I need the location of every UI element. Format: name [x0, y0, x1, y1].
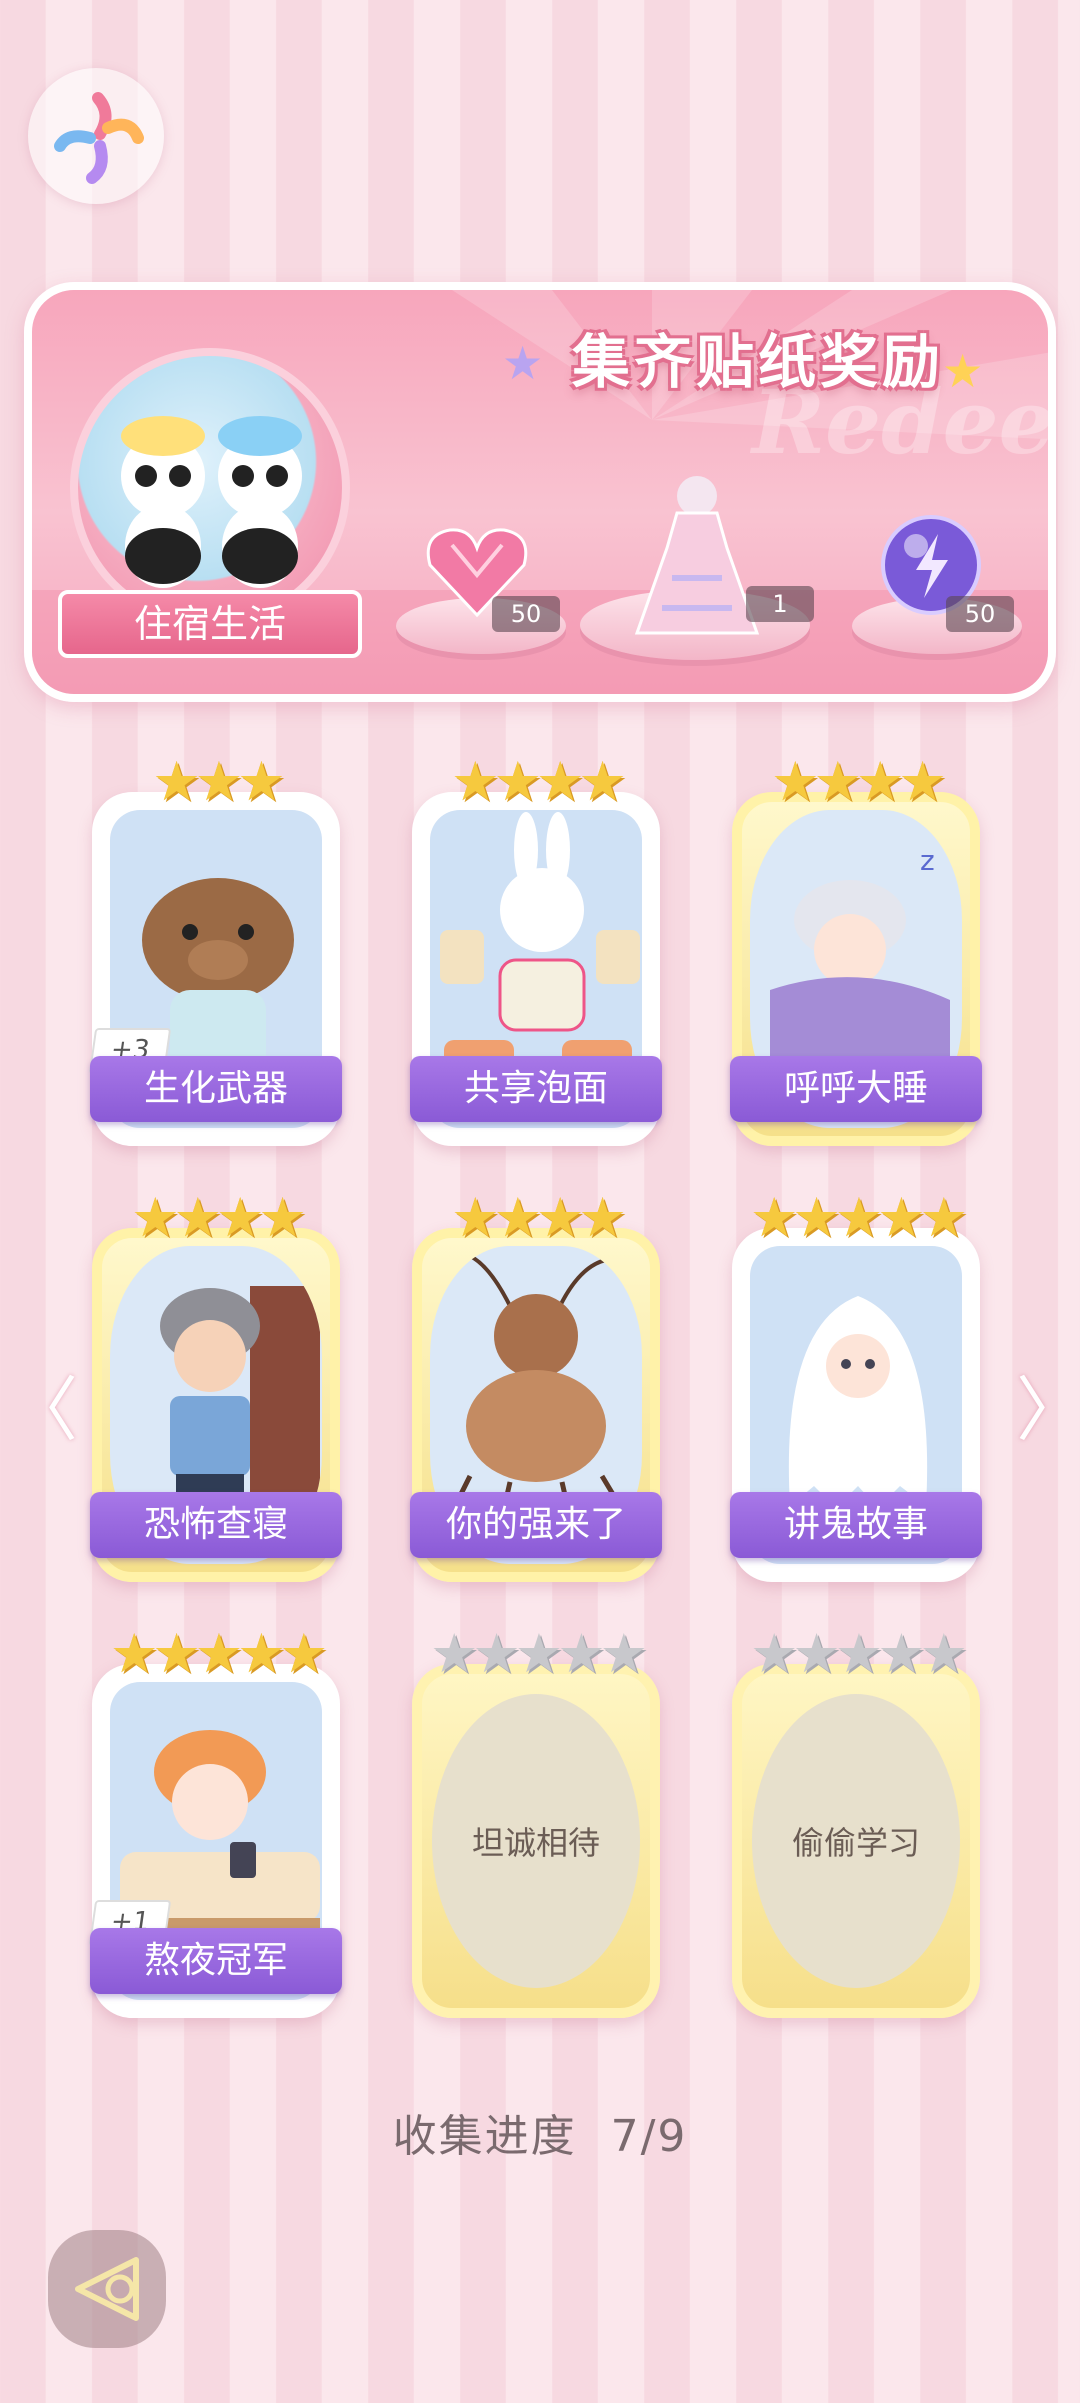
sticker-name-label: 讲鬼故事 — [730, 1492, 982, 1558]
progress-value: 7/9 — [610, 2111, 688, 2162]
star-rating: ★★★★★ — [109, 1622, 328, 1685]
dorm-theme-medallion[interactable] — [70, 348, 350, 628]
sticker-card[interactable]: ★★★★★ +1 熬夜冠军 — [88, 1624, 342, 2018]
sticker-card[interactable]: ★★★★★ 讲鬼故事 — [730, 1188, 982, 1582]
sticker-name-label: 恐怖查寝 — [90, 1492, 342, 1558]
sticker-card[interactable]: ★★★ +3 生化武器 — [88, 752, 342, 1146]
dorm-theme-label: 住宿生活 — [58, 590, 362, 658]
pandas-bathing-icon — [121, 416, 302, 588]
sticker-name-label: 熬夜冠军 — [90, 1928, 342, 1994]
next-page-arrow[interactable]: 〉 — [1016, 1370, 1080, 1450]
reward-count-badge: 50 — [492, 596, 560, 632]
star-rating: ★★★ — [152, 750, 285, 813]
sticker-card[interactable]: ★★★★ 恐怖查寝 — [90, 1188, 342, 1582]
star-rating: ★★★★ — [451, 750, 627, 813]
prev-page-arrow[interactable]: 〈 — [8, 1370, 78, 1450]
sticker-name-label: 共享泡面 — [410, 1056, 662, 1122]
star-rating: ★★★★ — [451, 1186, 627, 1249]
sticker-name-label: 你的强来了 — [410, 1492, 662, 1558]
star-icon: ★ — [502, 336, 544, 390]
locked-sticker-placeholder: 偷偷学习 — [752, 1694, 960, 1988]
sticker-name-label: 坦诚相待 — [471, 1824, 600, 1862]
locked-sticker-card[interactable]: ★★★★★ 坦诚相待 — [412, 1624, 660, 2018]
back-arrow-icon — [75, 2257, 139, 2321]
locked-sticker-card[interactable]: ★★★★★ 偷偷学习 — [732, 1624, 980, 2018]
banner-title: 集齐贴纸奖励 — [572, 328, 945, 396]
pinwheel-icon — [54, 92, 144, 184]
sticker-name-label: 偷偷学习 — [791, 1824, 920, 1862]
svg-text:z: z — [920, 844, 935, 877]
reward-item-outfit[interactable] — [632, 468, 762, 642]
sticker-card[interactable]: ★★★★ z 呼呼大睡 — [730, 752, 982, 1146]
star-rating: ★★★★ — [131, 1186, 307, 1249]
star-rating: ★★★★★ — [749, 1622, 968, 1685]
dress-outfit-icon — [634, 476, 760, 635]
back-button[interactable] — [48, 2230, 166, 2348]
collection-progress: 收集进度 7/9 — [0, 2100, 1080, 2164]
app-logo[interactable] — [28, 68, 164, 204]
reward-count-badge: 50 — [946, 596, 1014, 632]
locked-sticker-placeholder: 坦诚相待 — [432, 1694, 640, 1988]
star-icon: ★ — [942, 344, 984, 398]
sticker-card[interactable]: ★★★★ 共享泡面 — [410, 752, 662, 1146]
sticker-name-label: 生化武器 — [90, 1056, 342, 1122]
star-rating: ★★★★★ — [749, 1186, 968, 1249]
reward-count-badge: 1 — [746, 586, 814, 622]
star-rating: ★★★★ — [771, 750, 947, 813]
star-rating: ★★★★★ — [429, 1622, 648, 1685]
sticker-card[interactable]: ★★★★ 你的强来了 — [410, 1188, 662, 1582]
sticker-reward-banner: Redeem ★ 集齐贴纸奖励 ★ 住宿生活 — [24, 282, 1056, 702]
progress-label: 收集进度 — [392, 2111, 577, 2162]
sticker-name-label: 呼呼大睡 — [730, 1056, 982, 1122]
